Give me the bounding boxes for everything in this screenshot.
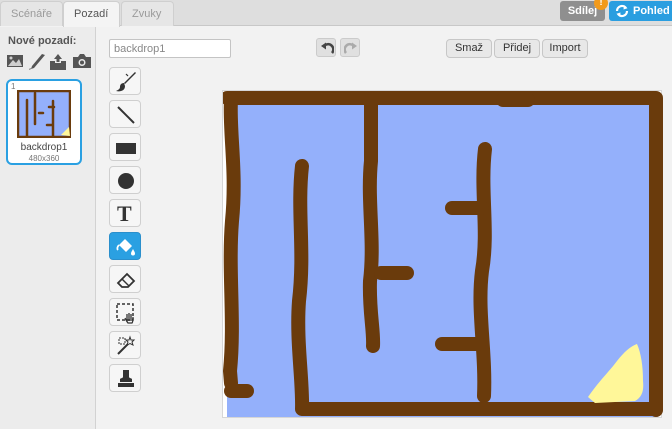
- backdrop-number: 1: [11, 82, 16, 91]
- see-project-page-label: Pohled: [633, 5, 670, 17]
- import-button[interactable]: Import: [542, 39, 588, 58]
- select-icon: [116, 303, 134, 324]
- undo-icon: [321, 42, 334, 54]
- brush-icon: [116, 72, 136, 92]
- new-backdrop-label: Nové pozadí:: [8, 35, 77, 47]
- tab-sounds[interactable]: Zvuky: [121, 1, 174, 26]
- share-button-label: Sdílej: [567, 5, 598, 17]
- paint-brush-icon[interactable]: [28, 53, 46, 71]
- ellipse-tool[interactable]: [109, 166, 141, 194]
- line-icon: [117, 106, 135, 124]
- backdrop-size-label: 480x360: [28, 154, 60, 163]
- stamp-icon: [118, 370, 134, 387]
- image-library-icon[interactable]: [6, 53, 24, 71]
- line-tool[interactable]: [109, 100, 141, 128]
- paint-bucket-icon: [116, 239, 135, 256]
- add-button[interactable]: Přidej: [494, 39, 540, 58]
- text-icon: T: [117, 201, 132, 226]
- fill-tool[interactable]: [109, 232, 141, 260]
- rectangle-icon: [116, 143, 136, 154]
- eraser-tool[interactable]: [109, 265, 141, 293]
- backdrop-preview-image: [17, 90, 71, 138]
- select-tool[interactable]: [109, 298, 141, 326]
- stamp-tool[interactable]: [109, 364, 141, 392]
- new-backdrop-icons: [6, 53, 94, 71]
- maze-floor: [227, 97, 658, 417]
- select-and-duplicate-tool[interactable]: [109, 331, 141, 359]
- eraser-icon: [116, 272, 136, 288]
- tab-scripts[interactable]: Scénáře: [0, 1, 63, 26]
- redo-button[interactable]: [340, 38, 360, 57]
- paint-canvas[interactable]: [222, 90, 663, 418]
- clear-button[interactable]: Smaž: [446, 39, 492, 58]
- see-project-page-button[interactable]: Pohled: [609, 1, 672, 21]
- upload-icon[interactable]: [48, 53, 66, 71]
- undo-button[interactable]: [316, 38, 336, 57]
- backdrop-name-input[interactable]: [109, 39, 231, 58]
- backdrop-thumbnail[interactable]: 1 backdrop1 480x360: [6, 79, 82, 165]
- brush-tool[interactable]: [109, 67, 141, 95]
- text-tool[interactable]: T: [109, 199, 141, 227]
- ellipse-icon: [118, 173, 134, 189]
- magic-wand-icon: [117, 335, 136, 355]
- refresh-icon: [615, 4, 629, 18]
- backdrop-list-panel: Nové pozadí: 1 backdrop1 480x360: [0, 27, 96, 429]
- backdrop-name-label: backdrop1: [20, 142, 68, 153]
- tab-backdrops[interactable]: Pozadí: [63, 1, 120, 27]
- camera-icon[interactable]: [72, 53, 91, 71]
- maze-backdrop-drawing: [223, 91, 663, 417]
- redo-icon: [344, 42, 357, 54]
- rectangle-tool[interactable]: [109, 133, 141, 161]
